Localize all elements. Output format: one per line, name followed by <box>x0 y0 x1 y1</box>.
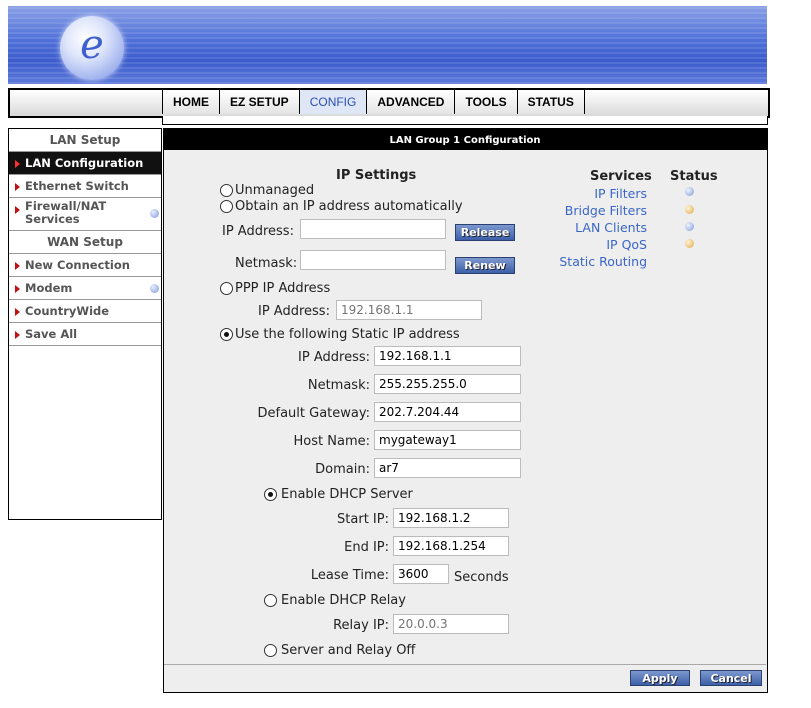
lease-time-input[interactable] <box>393 564 449 584</box>
sidebar-item-save-all[interactable]: Save All <box>9 323 161 346</box>
sidebar-item-label: Ethernet Switch <box>25 179 129 193</box>
lease-time-unit: Seconds <box>454 570 509 585</box>
link-bridge-filters[interactable]: Bridge Filters <box>565 203 647 218</box>
link-ip-qos[interactable]: IP QoS <box>606 237 647 252</box>
gateway-input[interactable] <box>374 402 521 422</box>
link-ip-filters[interactable]: IP Filters <box>594 186 647 201</box>
sidebar-item-label: Services <box>25 212 80 226</box>
arrow-right-icon <box>15 331 20 339</box>
expand-dot-icon <box>150 284 159 293</box>
tab-advanced[interactable]: ADVANCED <box>366 90 455 114</box>
radio-static-label: Use the following Static IP address <box>235 327 460 342</box>
expand-dot-icon <box>150 209 159 218</box>
sidebar-item-ethernet-switch[interactable]: Ethernet Switch <box>9 175 161 198</box>
tab-home[interactable]: HOME <box>162 90 219 114</box>
status-dot-icon <box>685 205 694 214</box>
radio-obtain-auto[interactable] <box>220 200 233 213</box>
radio-server-relay-off-label: Server and Relay Off <box>281 643 416 658</box>
status-dot-icon <box>685 239 694 248</box>
subnav-bar <box>162 116 768 125</box>
status-dot-icon <box>685 187 694 196</box>
sidebar-item-modem[interactable]: Modem <box>9 277 161 300</box>
static-ip-input[interactable] <box>374 346 521 366</box>
domain-label: Domain: <box>315 462 370 477</box>
radio-dhcp-relay[interactable] <box>264 594 277 607</box>
arrow-right-icon <box>15 206 20 214</box>
tab-status[interactable]: STATUS <box>516 90 585 114</box>
panel-title: LAN Group 1 Configuration <box>163 128 767 150</box>
sidebar-item-firewall-nat[interactable]: Firewall/NAT Services <box>9 198 161 231</box>
release-button[interactable]: Release <box>455 224 515 241</box>
sidebar-item-countrywide[interactable]: CountryWide <box>9 300 161 323</box>
sidebar-item-label: CountryWide <box>25 304 110 318</box>
radio-obtain-auto-label: Obtain an IP address automatically <box>235 199 463 214</box>
radio-unmanaged-label: Unmanaged <box>235 183 315 198</box>
link-static-routing[interactable]: Static Routing <box>559 254 647 269</box>
hostname-input[interactable] <box>374 430 521 450</box>
end-ip-label: End IP: <box>344 540 389 555</box>
tab-ez-setup[interactable]: EZ SETUP <box>219 90 299 114</box>
auto-ip-label: IP Address: <box>222 224 294 239</box>
start-ip-label: Start IP: <box>337 512 389 527</box>
status-heading: Status <box>670 169 718 184</box>
nav-tabs: HOME EZ SETUP CONFIG ADVANCED TOOLS STAT… <box>162 90 585 116</box>
auto-ip-input[interactable] <box>300 219 446 239</box>
sidebar-item-label: New Connection <box>25 258 130 272</box>
arrow-right-icon <box>15 262 20 270</box>
logo: e <box>60 16 124 80</box>
lease-time-label: Lease Time: <box>310 568 389 583</box>
static-ip-label: IP Address: <box>298 350 370 365</box>
sidebar-heading-lan-setup: LAN Setup <box>9 129 161 152</box>
auto-netmask-label: Netmask: <box>235 256 298 271</box>
radio-ppp-label: PPP IP Address <box>235 281 331 296</box>
header-banner: e <box>8 6 767 84</box>
auto-netmask-input[interactable] <box>300 250 446 270</box>
radio-unmanaged[interactable] <box>220 184 233 197</box>
gateway-label: Default Gateway: <box>257 406 371 421</box>
radio-dhcp-relay-label: Enable DHCP Relay <box>281 593 406 608</box>
arrow-right-icon <box>15 160 20 168</box>
services-heading: Services <box>590 169 652 184</box>
ppp-ip-input[interactable] <box>336 300 482 320</box>
renew-button[interactable]: Renew <box>455 257 515 274</box>
radio-dhcp-server[interactable] <box>264 488 277 501</box>
ppp-ip-label: IP Address: <box>258 304 330 319</box>
sidebar-item-label: Firewall/NAT <box>25 199 107 213</box>
sidebar-heading-wan-setup: WAN Setup <box>9 231 161 254</box>
arrow-right-icon <box>15 308 20 316</box>
relay-ip-input[interactable] <box>393 614 509 634</box>
radio-dhcp-server-label: Enable DHCP Server <box>281 487 413 502</box>
sidebar: LAN Setup LAN Configuration Ethernet Swi… <box>8 128 162 520</box>
ip-settings-heading: IP Settings <box>336 168 417 183</box>
arrow-right-icon <box>15 285 20 293</box>
sidebar-item-lan-configuration[interactable]: LAN Configuration <box>9 152 161 175</box>
cancel-button[interactable]: Cancel <box>700 670 762 686</box>
tab-tools[interactable]: TOOLS <box>454 90 517 114</box>
tab-config[interactable]: CONFIG <box>298 90 367 114</box>
radio-server-relay-off[interactable] <box>264 644 277 657</box>
static-netmask-input[interactable] <box>374 374 521 394</box>
sidebar-item-label: Save All <box>25 327 78 341</box>
logo-letter: e <box>80 22 104 68</box>
hostname-label: Host Name: <box>293 434 370 449</box>
status-dot-icon <box>685 222 694 231</box>
radio-ppp[interactable] <box>220 282 233 295</box>
relay-ip-label: Relay IP: <box>333 618 389 633</box>
arrow-right-icon <box>15 183 20 191</box>
link-lan-clients[interactable]: LAN Clients <box>575 220 647 235</box>
end-ip-input[interactable] <box>393 536 509 556</box>
apply-button[interactable]: Apply <box>630 670 690 686</box>
domain-input[interactable] <box>374 458 521 478</box>
sidebar-item-new-connection[interactable]: New Connection <box>9 254 161 277</box>
start-ip-input[interactable] <box>393 508 509 528</box>
sidebar-item-label: Modem <box>25 281 73 295</box>
radio-static[interactable] <box>220 328 233 341</box>
sidebar-item-label: LAN Configuration <box>25 156 144 170</box>
static-netmask-label: Netmask: <box>307 378 370 393</box>
